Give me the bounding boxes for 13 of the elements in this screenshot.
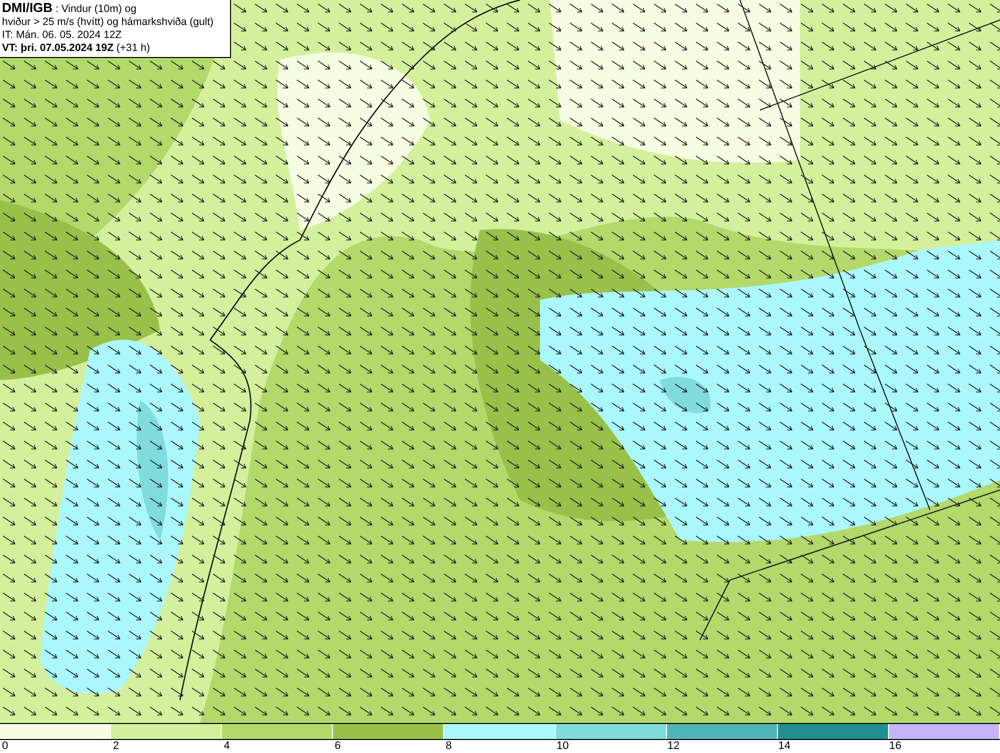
legend-label: 0 (2, 740, 8, 752)
title-line: VT: þri. 07.05.2024 19Z (+31 h) (2, 42, 151, 55)
legend-label: 2 (112, 740, 120, 752)
title-line: DMI/IGB : Vindur (10m) og (2, 1, 138, 16)
title-line: IT: Mán. 06. 05. 2024 12Z (2, 29, 123, 42)
legend-label: 16 (889, 740, 902, 752)
title-line: hviður > 25 m/s (hvítt) og hámarkshviða (gult) (2, 16, 215, 29)
legend-label: 12 (667, 740, 680, 752)
legend-label: 10 (556, 740, 569, 752)
legend-label: 4 (224, 740, 230, 752)
legend-label: 14 (778, 740, 790, 752)
legend-label: 8 (446, 740, 452, 752)
legend-label: 6 (334, 740, 341, 752)
